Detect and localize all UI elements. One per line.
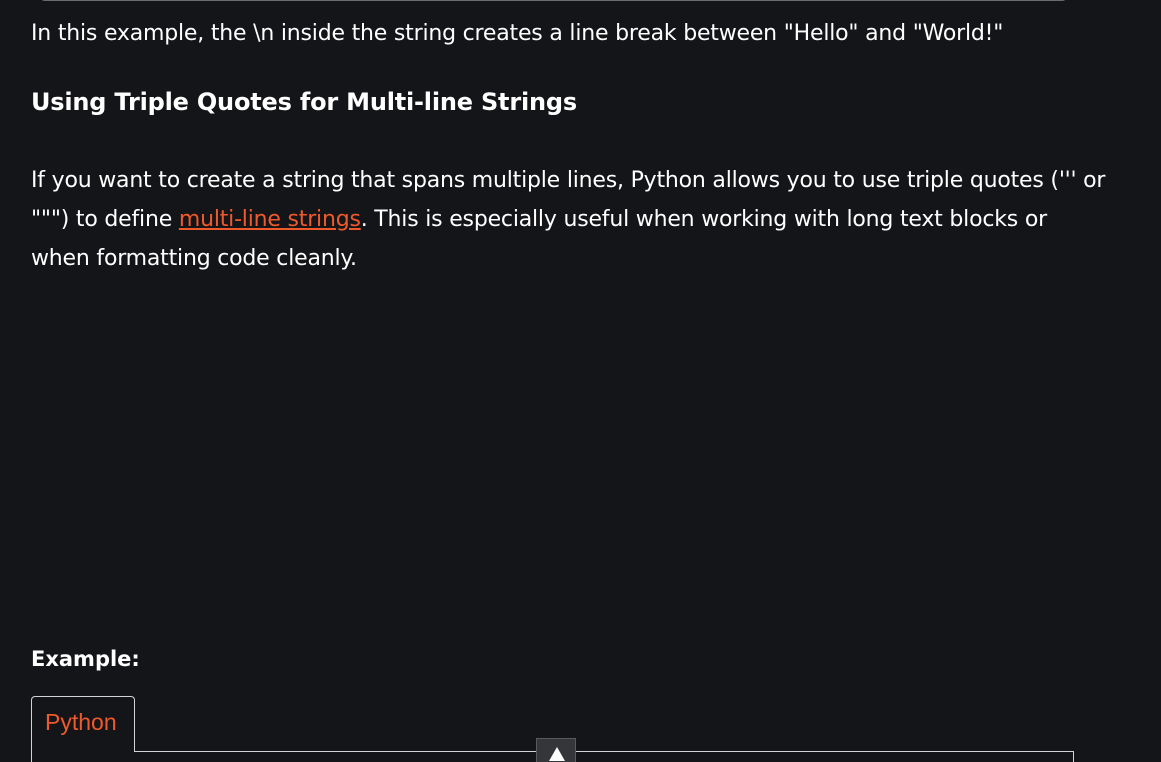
intro-paragraph: In this example, the \n inside the strin… [31,21,1004,46]
section-heading: Using Triple Quotes for Multi-line Strin… [31,88,577,116]
article-page: In this example, the \n inside the strin… [0,0,1161,762]
example-label: Example: [31,647,140,671]
previous-code-block [39,0,1068,1]
arrow-up-icon [549,747,565,761]
tab-python[interactable]: Python [31,696,135,752]
tab-python-label: Python [45,709,117,735]
scroll-to-top-button[interactable] [536,738,576,762]
section-paragraph: If you want to create a string that span… [31,161,1111,278]
multi-line-strings-link[interactable]: multi-line strings [179,207,361,232]
